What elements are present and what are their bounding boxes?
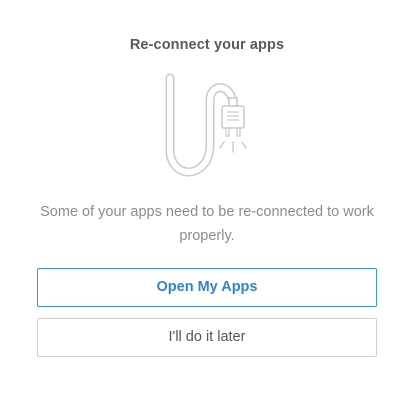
- unplugged-cable-icon: [150, 72, 260, 182]
- do-it-later-button[interactable]: I'll do it later: [37, 318, 377, 357]
- open-my-apps-button[interactable]: Open My Apps: [37, 268, 377, 307]
- dialog-title: Re-connect your apps: [129, 37, 285, 53]
- reconnect-apps-dialog: Re-connect your apps Some of your apps n…: [0, 0, 414, 405]
- dialog-message: Some of your apps need to be re-connecte…: [40, 204, 374, 244]
